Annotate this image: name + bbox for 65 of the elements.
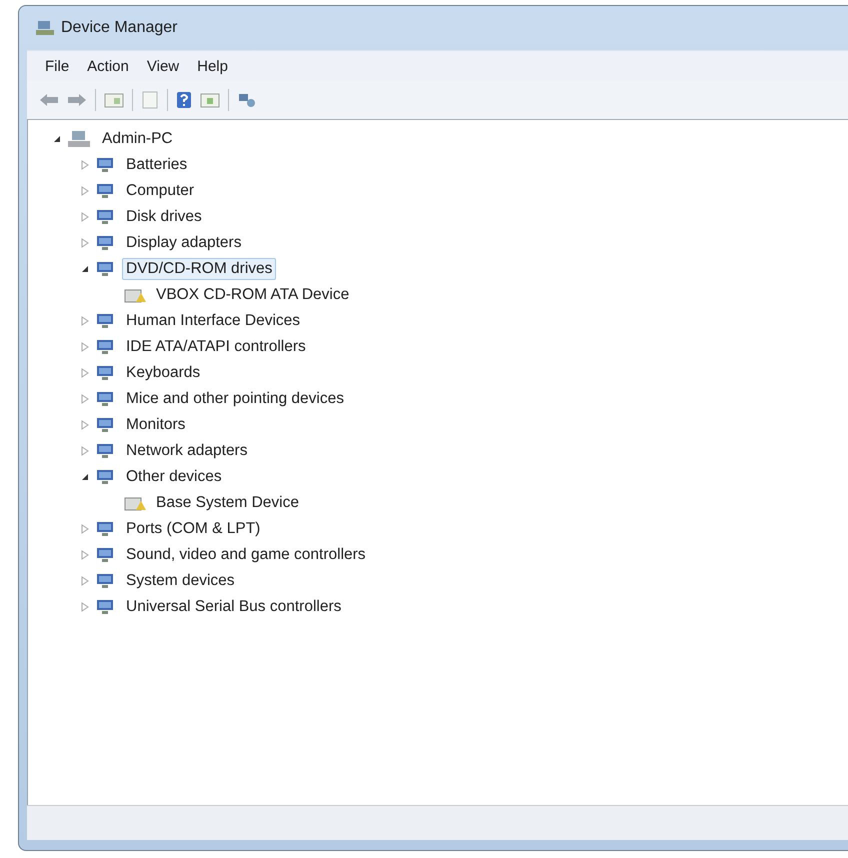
collapse-icon[interactable] [52, 134, 62, 144]
device-icon [94, 364, 116, 382]
computer-icon [35, 19, 55, 37]
device-icon [94, 520, 116, 538]
window-icon[interactable] [200, 92, 220, 108]
expand-icon[interactable] [80, 160, 90, 170]
device-icon [94, 546, 116, 564]
expand-icon[interactable] [80, 524, 90, 534]
tree-item[interactable]: Ports (COM & LPT) [122, 518, 264, 540]
expand-icon[interactable] [80, 394, 90, 404]
tree-item[interactable]: Network adapters [122, 440, 252, 462]
expand-icon[interactable] [80, 576, 90, 586]
tree-item[interactable]: DVD/CD-ROM drives [122, 258, 276, 280]
expand-icon[interactable] [80, 212, 90, 222]
help-icon[interactable] [176, 91, 192, 109]
expand-icon[interactable] [80, 420, 90, 430]
device-icon [94, 572, 116, 590]
tree-item[interactable]: Sound, video and game controllers [122, 544, 370, 566]
expand-icon[interactable] [80, 238, 90, 248]
device-icon [94, 260, 116, 278]
menu-item[interactable]: Action [81, 56, 135, 76]
forward-arrow-icon[interactable] [67, 93, 87, 107]
back-arrow-icon[interactable] [39, 93, 59, 107]
expand-icon[interactable] [80, 602, 90, 612]
tree-item[interactable]: Disk drives [122, 206, 206, 228]
device-icon [94, 598, 116, 616]
expand-icon[interactable] [80, 368, 90, 378]
device-icon [94, 390, 116, 408]
device-icon [94, 208, 116, 226]
tree-item[interactable]: Batteries [122, 154, 192, 176]
tree-item[interactable]: IDE ATA/ATAPI controllers [122, 336, 310, 358]
tree-item[interactable]: Other devices [122, 466, 226, 488]
expand-icon[interactable] [80, 316, 90, 326]
page-icon[interactable] [141, 91, 159, 109]
menu-item[interactable]: Help [191, 56, 234, 76]
tree-item[interactable]: Display adapters [122, 232, 246, 254]
tree-item[interactable]: Admin-PC [98, 128, 177, 150]
expand-icon[interactable] [80, 446, 90, 456]
menu-item[interactable]: View [140, 56, 186, 76]
tree-item[interactable]: Mice and other pointing devices [122, 388, 348, 410]
tree-item[interactable]: Monitors [122, 414, 190, 436]
device-icon [94, 312, 116, 330]
collapse-icon[interactable] [80, 472, 90, 482]
tree-item[interactable]: Universal Serial Bus controllers [122, 596, 346, 618]
expand-icon[interactable] [80, 342, 90, 352]
device-icon [94, 338, 116, 356]
device-icon [94, 182, 116, 200]
device-icon [94, 156, 116, 174]
tree-item[interactable]: Keyboards [122, 362, 204, 384]
device-icon [94, 468, 116, 486]
tree-item[interactable]: VBOX CD-ROM ATA Device [152, 284, 354, 306]
tree-item[interactable]: Base System Device [152, 492, 303, 514]
computer-icon [66, 130, 92, 148]
device-icon [94, 416, 116, 434]
window-title: Device Manager [61, 19, 178, 37]
expand-icon[interactable] [80, 186, 90, 196]
tree-item[interactable]: Computer [122, 180, 198, 202]
window-icon[interactable] [104, 92, 124, 108]
device-icon [94, 234, 116, 252]
collapse-icon[interactable] [80, 264, 90, 274]
tree-item[interactable]: System devices [122, 570, 239, 592]
device-icon [94, 442, 116, 460]
menu-item[interactable]: File [39, 56, 76, 76]
expand-icon[interactable] [80, 550, 90, 560]
tree-item[interactable]: Human Interface Devices [122, 310, 304, 332]
